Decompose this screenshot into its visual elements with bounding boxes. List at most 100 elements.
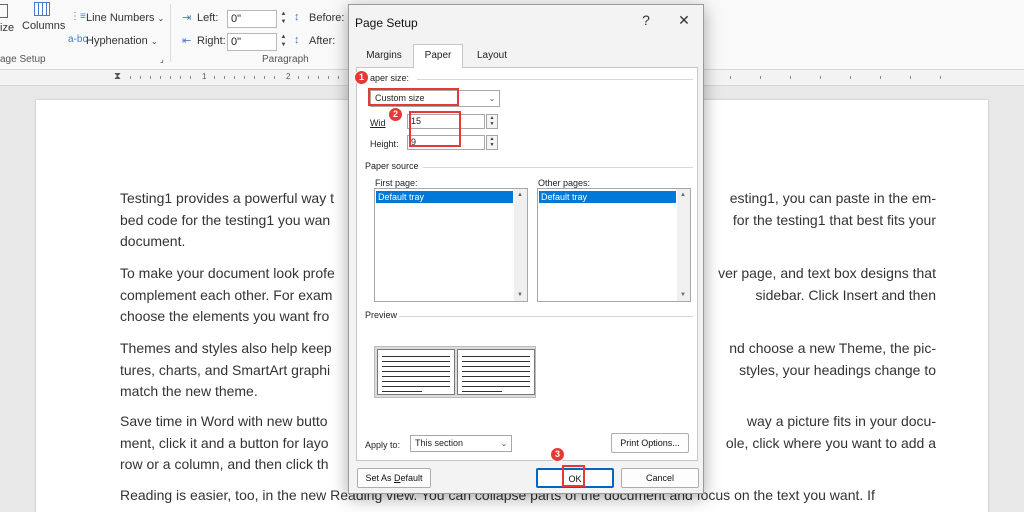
preview-line bbox=[462, 371, 530, 372]
ruler-tick bbox=[234, 76, 235, 79]
preview-line bbox=[462, 391, 502, 392]
ruler-tick bbox=[244, 76, 245, 79]
first-page-tray-list[interactable]: Default tray ▲ ▼ bbox=[374, 188, 528, 302]
scrollbar[interactable]: ▲ ▼ bbox=[677, 189, 690, 301]
section-divider bbox=[417, 79, 693, 80]
line-numbers-label: Line Numbers bbox=[86, 12, 155, 24]
preview-line bbox=[382, 371, 450, 372]
preview-line bbox=[382, 391, 422, 392]
text-fragment-right: esting1, you can paste in the em- bbox=[729, 190, 936, 206]
preview-line bbox=[462, 376, 530, 377]
ruler-tick bbox=[254, 76, 255, 79]
paper-source-label: Paper source bbox=[365, 161, 419, 171]
list-item[interactable]: Default tray bbox=[539, 191, 676, 203]
paragraph-group-label: Paragraph bbox=[262, 54, 309, 65]
preview-line bbox=[462, 356, 530, 357]
spacing-after-icon: ↕ bbox=[294, 34, 300, 46]
size-icon bbox=[0, 4, 8, 18]
preview-line bbox=[382, 361, 450, 362]
set-as-default-button[interactable]: Set As Default bbox=[357, 468, 431, 488]
text-fragment-right: styles, your headings change to bbox=[739, 361, 936, 378]
tab-margins[interactable]: Margins bbox=[359, 45, 409, 67]
line-numbers-icon: ⋮≡ bbox=[70, 11, 86, 22]
ribbon-separator bbox=[170, 4, 171, 62]
dialog-launcher-icon[interactable]: ⌟ bbox=[160, 55, 164, 64]
ruler-tick bbox=[318, 76, 319, 79]
line-numbers-button[interactable]: Line Numbers ⌄ bbox=[86, 12, 164, 24]
indent-left-label: Left: bbox=[197, 12, 219, 24]
width-spinner[interactable]: ▲ ▼ bbox=[486, 114, 498, 129]
preview-area bbox=[374, 346, 536, 398]
paper-tab-panel: aper size: Custom size ⌄ Wid 15 ▲ ▼ Heigh… bbox=[356, 67, 698, 461]
scroll-up-icon[interactable]: ▲ bbox=[517, 192, 523, 198]
set-as-default-mnemonic: D bbox=[394, 473, 401, 483]
help-button[interactable]: ? bbox=[637, 12, 655, 28]
height-spinner[interactable]: ▲ ▼ bbox=[486, 135, 498, 150]
ruler-tick bbox=[224, 76, 225, 79]
indent-left-input[interactable]: 0" bbox=[227, 10, 277, 28]
list-item[interactable]: Default tray bbox=[376, 191, 513, 203]
apply-to-label: Apply to: bbox=[365, 440, 401, 450]
scroll-up-icon[interactable]: ▲ bbox=[680, 192, 686, 198]
ruler-tick bbox=[190, 76, 191, 79]
text-fragment-right: for the testing1 that best fits your bbox=[732, 211, 936, 228]
apply-to-select[interactable]: This section ⌄ bbox=[410, 435, 512, 452]
size-button-label[interactable]: ize bbox=[0, 22, 14, 34]
text-fragment-right: nd choose a new Theme, the pic- bbox=[729, 340, 936, 356]
ruler-tick bbox=[730, 76, 731, 79]
preview-page bbox=[457, 349, 535, 395]
tab-layout[interactable]: Layout bbox=[467, 45, 517, 67]
text-fragment-left: To make your document look profe bbox=[120, 265, 335, 281]
preview-line bbox=[382, 356, 450, 357]
width-label: Wid bbox=[370, 118, 386, 128]
columns-button[interactable]: Columns bbox=[22, 20, 65, 32]
indent-right-input[interactable]: 0" bbox=[227, 33, 277, 51]
ruler-tick bbox=[328, 76, 329, 79]
preview-line bbox=[462, 386, 530, 387]
dialog-title: Page Setup bbox=[355, 16, 418, 30]
apply-to-value: This section bbox=[415, 438, 464, 448]
close-button[interactable]: ✕ bbox=[675, 12, 693, 29]
ruler-tick bbox=[180, 76, 181, 79]
scroll-down-icon[interactable]: ▼ bbox=[680, 292, 686, 298]
chevron-down-icon: ⌄ bbox=[500, 439, 508, 448]
annotation-marker-1: 1 bbox=[354, 70, 369, 85]
ruler-tick bbox=[880, 76, 881, 79]
text-fragment-left: match the new theme. bbox=[120, 383, 258, 399]
other-pages-label: Other pages: bbox=[538, 178, 591, 188]
other-pages-tray-list[interactable]: Default tray ▲ ▼ bbox=[537, 188, 691, 302]
print-options-button[interactable]: Print Options... bbox=[611, 433, 689, 453]
tab-paper[interactable]: Paper bbox=[413, 44, 463, 68]
text-fragment-left: tures, charts, and SmartArt graphi bbox=[120, 361, 331, 378]
first-page-label: First page: bbox=[375, 178, 418, 188]
preview-line bbox=[382, 386, 450, 387]
preview-line bbox=[382, 366, 450, 367]
columns-icon bbox=[34, 2, 50, 16]
scroll-down-icon[interactable]: ▼ bbox=[517, 292, 523, 298]
text-fragment-right: ver page, and text box designs that bbox=[718, 265, 936, 281]
indent-right-spinner[interactable]: ▲ ▼ bbox=[279, 33, 288, 51]
paper-size-label: aper size: bbox=[370, 73, 410, 83]
cancel-button[interactable]: Cancel bbox=[621, 468, 699, 488]
hyphenation-button[interactable]: Hyphenation ⌄ bbox=[86, 35, 158, 47]
highlight-width-height bbox=[409, 111, 461, 147]
text-fragment-left: choose the elements you want fro bbox=[120, 308, 330, 324]
ruler-number: 2 bbox=[286, 72, 291, 81]
page-setup-group-label: age Setup bbox=[0, 54, 46, 65]
ruler-tick bbox=[130, 76, 131, 79]
ruler-tick bbox=[264, 76, 265, 79]
ruler-tick bbox=[760, 76, 761, 79]
chevron-down-icon: ⌄ bbox=[488, 94, 496, 103]
ruler-tick bbox=[274, 76, 275, 79]
ruler-tick bbox=[150, 76, 151, 79]
indent-left-spinner[interactable]: ▲ ▼ bbox=[279, 10, 288, 28]
text-fragment-right: way a picture fits in your docu- bbox=[746, 413, 936, 429]
ruler-number: 1 bbox=[202, 72, 207, 81]
text-fragment-right: ole, click where you want to add a bbox=[725, 434, 936, 451]
ruler-tick bbox=[140, 76, 141, 79]
indent-marker-icon[interactable]: ⧗ bbox=[114, 71, 121, 82]
ruler-tick bbox=[308, 76, 309, 79]
indent-right-label: Right: bbox=[197, 35, 226, 47]
scrollbar[interactable]: ▲ ▼ bbox=[514, 189, 527, 301]
preview-line bbox=[462, 361, 530, 362]
